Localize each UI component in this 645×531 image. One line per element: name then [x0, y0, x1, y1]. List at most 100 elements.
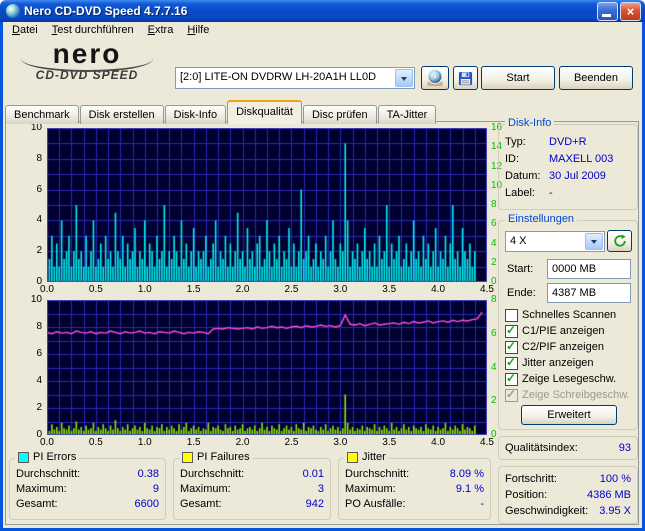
progress-label: Geschwindigkeit: — [505, 503, 588, 519]
axis-tick-label: 1.5 — [187, 437, 201, 449]
legend-swatch-jitter — [347, 452, 358, 463]
axis-tick-label: 1.0 — [138, 437, 152, 449]
axis-tick-label: 4 — [491, 238, 497, 250]
stat-label: Maximum: — [180, 482, 231, 497]
toolbar: nero CD-DVD SPEED [2:0] LITE-ON DVDRW LH… — [3, 40, 642, 100]
stat-value: - — [480, 497, 484, 512]
axis-tick-label: 0 — [491, 276, 497, 288]
pi-failures-jitter-chart — [47, 300, 487, 435]
axis-tick-label: 0 — [491, 429, 497, 441]
stat-row-gesamt: Gesamt:942 — [174, 497, 330, 512]
progress-label: Position: — [505, 487, 547, 503]
tab-disk-erstellen[interactable]: Disk erstellen — [80, 105, 164, 124]
stat-label: Gesamt: — [16, 497, 58, 512]
stat-value: 8.09 % — [450, 467, 484, 482]
axis-tick-label: 6 — [6, 184, 42, 196]
save-button[interactable] — [453, 66, 478, 90]
checkbox-c1-pie-anzeigen[interactable] — [505, 325, 518, 338]
logo-swoosh-icon — [21, 46, 153, 72]
settings-caption: Einstellungen — [505, 213, 577, 225]
checkbox-jitter-anzeigen[interactable] — [505, 357, 518, 370]
stat-box-pi-failures: PI FailuresDurchschnitt:0.01Maximum:3Ges… — [173, 458, 331, 520]
axis-tick-label: 4.5 — [480, 284, 494, 296]
axis-tick-label: 8 — [491, 294, 497, 306]
checkbox-label: C2/PIF anzeigen — [522, 341, 604, 353]
speed-select[interactable]: 4 X — [505, 231, 605, 252]
quality-index-value: 93 — [619, 437, 631, 459]
chevron-down-icon[interactable] — [585, 233, 603, 250]
checkbox-c2-pif-anzeigen[interactable] — [505, 341, 518, 354]
stat-label: PO Ausfälle: — [345, 497, 406, 512]
close-icon: × — [627, 5, 635, 18]
checkbox-label: C1/PIE anzeigen — [522, 325, 605, 337]
stat-value: 0.38 — [138, 467, 159, 482]
disk-info-value: MAXELL 003 — [549, 151, 613, 168]
checkbox-row-schnelles-scannen: Schnelles Scannen — [505, 307, 635, 323]
tab-disk-info[interactable]: Disk-Info — [165, 105, 226, 124]
start-field-label: Start: — [507, 263, 533, 275]
disk-info-label: Label: — [505, 185, 549, 202]
progress-value: 3.95 X — [599, 503, 631, 519]
stat-row-durchschnitt: Durchschnitt:0.01 — [174, 467, 330, 482]
drive-select[interactable]: [2:0] LITE-ON DVDRW LH-20A1H LL0D — [175, 67, 415, 89]
stat-box-rows: Durchschnitt:0.38Maximum:9Gesamt:6600 — [10, 459, 165, 512]
menu-hilfe[interactable]: Hilfe — [180, 22, 216, 38]
speed-select-value: 4 X — [510, 235, 584, 247]
drive-select-value: [2:0] LITE-ON DVDRW LH-20A1H LL0D — [180, 71, 394, 83]
checkbox-label: Schnelles Scannen — [522, 309, 616, 321]
disk-info-group: Disk-Info Typ:DVD+RID:MAXELL 003Datum:30… — [498, 124, 638, 210]
disc-quality-tabpage: 108642016141210864200.00.51.01.52.02.53.… — [5, 121, 639, 525]
tab-ta-jitter[interactable]: TA-Jitter — [378, 105, 437, 124]
axis-tick-label: 4 — [6, 375, 42, 387]
close-button[interactable]: × — [620, 2, 641, 21]
eject-disc-button[interactable] — [421, 66, 449, 90]
minimize-button[interactable] — [597, 2, 618, 21]
disk-info-value: 30 Jul 2009 — [549, 168, 606, 185]
window-body: DateiTest durchführenExtraHilfe nero CD-… — [0, 22, 645, 531]
tab-benchmark[interactable]: Benchmark — [5, 105, 79, 124]
beenden-button[interactable]: Beenden — [559, 66, 633, 90]
checkbox-label: Zeige Lesegeschw. — [522, 373, 616, 385]
stat-box-rows: Durchschnitt:0.01Maximum:3Gesamt:942 — [174, 459, 330, 512]
settings-group: Einstellungen 4 X Start: 0000 MB Ende: — [498, 220, 638, 430]
axis-tick-label: 4.0 — [431, 284, 445, 296]
progress-label: Fortschritt: — [505, 471, 557, 487]
stat-row-durchschnitt: Durchschnitt:0.38 — [10, 467, 165, 482]
tab-disc-pr-fen[interactable]: Disc prüfen — [303, 105, 377, 124]
stat-row-maximum: Maximum:3 — [174, 482, 330, 497]
stat-value: 6600 — [135, 497, 159, 512]
checkbox-row-zeige-schreibgeschw: Zeige Schreibgeschw. — [505, 387, 635, 403]
titlebar[interactable]: Nero CD-DVD Speed 4.7.7.16 × — [0, 0, 645, 22]
start-button[interactable]: Start — [481, 66, 555, 90]
end-field[interactable]: 4387 MB — [547, 283, 631, 303]
disk-info-value: - — [549, 185, 553, 202]
stat-value: 0.01 — [303, 467, 324, 482]
tab-bar: BenchmarkDisk erstellenDisk-InfoDiskqual… — [5, 100, 639, 122]
start-field[interactable]: 0000 MB — [547, 259, 631, 279]
checkbox-label: Jitter anzeigen — [522, 357, 594, 369]
axis-tick-label: 6 — [491, 328, 497, 340]
axis-tick-label: 0 — [6, 276, 42, 288]
disk-info-label: ID: — [505, 151, 549, 168]
axis-tick-label: 2 — [6, 402, 42, 414]
menu-extra[interactable]: Extra — [141, 22, 181, 38]
stat-label: Maximum: — [16, 482, 67, 497]
settings-checkbox-list: Schnelles Scannen C1/PIE anzeigen C2/PIF a… — [505, 307, 635, 403]
menu-test-durchf-hren[interactable]: Test durchführen — [45, 22, 141, 38]
disc-hand-icon — [425, 69, 445, 87]
refresh-speed-button[interactable] — [607, 230, 632, 252]
axis-tick-label: 8 — [6, 321, 42, 333]
pi-errors-chart — [47, 128, 487, 282]
erweitert-button[interactable]: Erweitert — [521, 405, 617, 425]
quality-index-label: Qualitätsindex: — [505, 437, 578, 459]
checkbox-zeige-lesegeschw[interactable] — [505, 373, 518, 386]
progress-value: 100 % — [600, 471, 631, 487]
menu-datei[interactable]: Datei — [5, 22, 45, 38]
checkbox-schnelles-scannen[interactable] — [505, 309, 518, 322]
tab-diskqualit-t[interactable]: Diskqualität — [227, 100, 302, 124]
progress-row-position: Position:4386 MB — [499, 487, 637, 503]
chevron-down-icon[interactable] — [395, 69, 413, 87]
nero-logo: nero CD-DVD SPEED — [11, 40, 163, 82]
end-field-label: Ende: — [507, 287, 536, 299]
disk-info-label: Typ: — [505, 134, 549, 151]
